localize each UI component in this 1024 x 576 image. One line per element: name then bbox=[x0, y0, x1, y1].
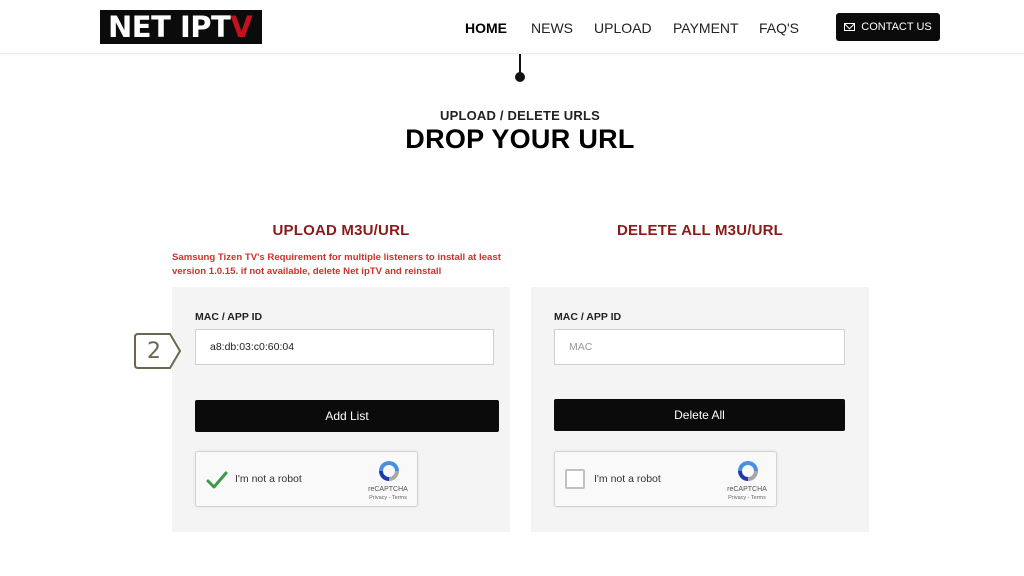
logo-text: NET IPTV bbox=[108, 9, 253, 44]
checkmark-icon[interactable] bbox=[206, 469, 228, 491]
captcha-label: I'm not a robot bbox=[235, 473, 302, 485]
delete-panel: MAC / APP ID Delete All I'm not a robot … bbox=[531, 287, 869, 532]
contact-us-label: CONTACT US bbox=[861, 21, 932, 33]
mac-field-label: MAC / APP ID bbox=[554, 311, 622, 323]
nav-item-payment[interactable]: PAYMENT bbox=[673, 20, 739, 36]
step-number: 2 bbox=[147, 338, 161, 364]
captcha-label: I'm not a robot bbox=[594, 473, 661, 485]
recaptcha-logo-icon bbox=[379, 461, 399, 481]
timeline-line bbox=[519, 54, 521, 74]
step-badge: 2 bbox=[134, 333, 182, 369]
mac-field-label: MAC / APP ID bbox=[195, 311, 263, 323]
captcha-checkbox[interactable] bbox=[565, 469, 585, 489]
delete-all-button[interactable]: Delete All bbox=[554, 399, 845, 431]
captcha-links[interactable]: Privacy - Terms bbox=[715, 495, 779, 501]
captcha-brand: reCAPTCHA bbox=[368, 486, 408, 493]
logo[interactable]: NET IPTV bbox=[100, 10, 262, 44]
nav-item-faqs[interactable]: FAQ'S bbox=[759, 20, 799, 36]
section-title: DROP YOUR URL bbox=[405, 124, 635, 154]
recaptcha-widget-upload: I'm not a robot reCAPTCHA Privacy - Term… bbox=[195, 451, 418, 507]
add-list-button[interactable]: Add List bbox=[195, 400, 499, 432]
upload-heading: UPLOAD M3U/URL bbox=[272, 222, 410, 239]
recaptcha-widget-delete: I'm not a robot reCAPTCHA Privacy - Term… bbox=[554, 451, 777, 507]
section-subtitle: UPLOAD / DELETE URLS bbox=[439, 108, 600, 123]
contact-us-button[interactable]: CONTACT US bbox=[836, 13, 940, 41]
delete-heading: DELETE ALL M3U/URL bbox=[616, 222, 784, 239]
tizen-warning: Samsung Tizen TV's Requirement for multi… bbox=[172, 252, 501, 277]
nav-item-home[interactable]: HOME bbox=[465, 20, 507, 36]
mail-icon bbox=[844, 23, 856, 31]
mac-input-upload[interactable] bbox=[195, 329, 494, 365]
upload-panel: MAC / APP ID Add List I'm not a robot re… bbox=[172, 287, 510, 532]
recaptcha-logo-icon bbox=[738, 461, 758, 481]
captcha-links[interactable]: Privacy - Terms bbox=[356, 495, 420, 501]
captcha-brand: reCAPTCHA bbox=[727, 486, 767, 493]
mac-input-delete[interactable] bbox=[554, 329, 845, 365]
site-header: NET IPTV HOME NEWS UPLOAD PAYMENT FAQ'S … bbox=[0, 0, 1024, 54]
nav-item-upload[interactable]: UPLOAD bbox=[594, 20, 652, 36]
nav-item-news[interactable]: NEWS bbox=[531, 20, 573, 36]
timeline-dot bbox=[515, 72, 525, 82]
